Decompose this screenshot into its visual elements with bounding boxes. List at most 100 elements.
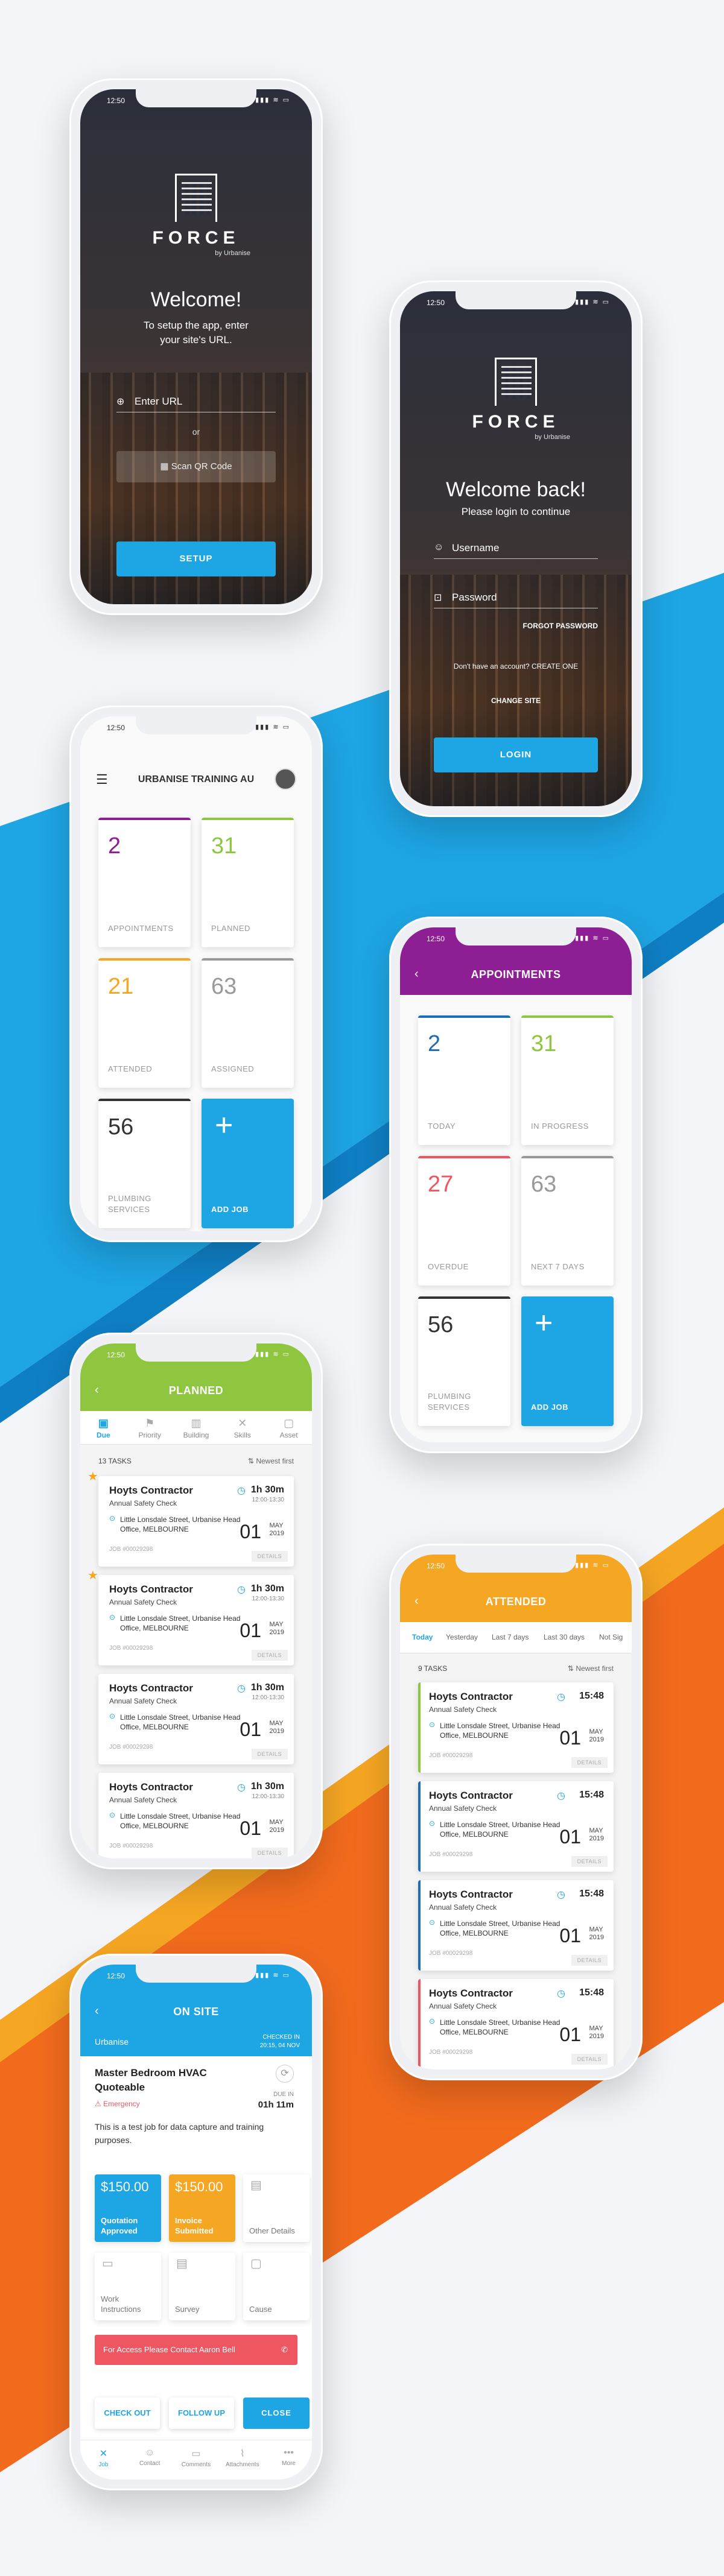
globe-icon: ⊕ (116, 397, 125, 407)
job-number: JOB #00029298 (109, 1546, 153, 1553)
job-card[interactable]: Hoyts Contractor Annual Safety Check Littl… (418, 1781, 614, 1872)
login-screen: 12:50 ▮▮▮ ≋ ▭ FORCE by Urbanise Welcome b… (400, 291, 632, 806)
other-details-tile[interactable]: ▤ Other Details (243, 2174, 310, 2242)
stat-tile[interactable]: 31 PLANNED (202, 818, 294, 947)
job-duration: 1h 30m (250, 1781, 284, 1792)
quotation-tile[interactable]: $150.00 Quotation Approved (95, 2174, 161, 2242)
dashboard-screen: 12:50 ▮▮▮ ≋ ▭ ☰ URBANISE TRAINING AU 2 APP… (80, 716, 312, 1231)
sort-label: Newest first (256, 1457, 294, 1465)
tab-building[interactable]: ▥ Building (176, 1417, 216, 1439)
job-card[interactable]: Hoyts Contractor Annual Safety Check Littl… (418, 1979, 614, 2069)
details-button[interactable]: DETAILS (571, 2054, 608, 2065)
details-button[interactable]: DETAILS (251, 1848, 288, 1858)
lock-icon: ⊡ (434, 593, 442, 603)
details-button[interactable]: DETAILS (251, 1749, 288, 1760)
qr-icon: ▦ (160, 461, 171, 472)
sort-control[interactable]: ⇅ Newest first (568, 1664, 614, 1673)
access-contact-bar[interactable]: For Access Please Contact Aaron Bell ✆ (95, 2335, 297, 2365)
stat-tile[interactable]: 2 APPOINTMENTS (98, 818, 191, 947)
tab-skills[interactable]: ✕ Skills (223, 1417, 262, 1439)
job-day: 01 (240, 1817, 261, 1839)
job-address: Little Lonsdale Street, Urbanise Head Of… (120, 1713, 241, 1731)
url-field[interactable]: ⊕ Enter URL (116, 391, 276, 412)
nav-comments[interactable]: ▭ Comments (175, 2448, 217, 2468)
avatar[interactable] (275, 768, 296, 790)
stat-tile[interactable]: 31 IN PROGRESS (521, 1015, 614, 1145)
stat-tile[interactable]: 56 PLUMBING SERVICES (98, 1099, 191, 1228)
tab-last-7-days[interactable]: Last 7 days (492, 1633, 529, 1641)
forgot-password-link[interactable]: FORGOT PASSWORD (523, 622, 598, 630)
setup-subtitle: To setup the app, enter your site's URL. (144, 320, 249, 346)
invoice-tile[interactable]: $150.00 Invoice Submitted (169, 2174, 235, 2242)
nav-attachments[interactable]: ⌇ Attachments (221, 2448, 264, 2468)
job-address: Little Lonsdale Street, Urbanise Head Of… (440, 1919, 560, 1937)
job-card[interactable]: Hoyts Contractor Annual Safety Check Littl… (98, 1674, 294, 1764)
details-button[interactable]: DETAILS (571, 1955, 608, 1966)
check-out-button[interactable]: CHECK OUT (95, 2398, 160, 2429)
details-button[interactable]: DETAILS (571, 1856, 608, 1867)
job-month-year: MAY 2019 (589, 1926, 604, 1942)
setup-button[interactable]: SETUP (116, 541, 276, 576)
job-card[interactable]: Hoyts Contractor Annual Safety Check Littl… (98, 1575, 294, 1665)
details-button[interactable]: DETAILS (251, 1650, 288, 1661)
stat-tile[interactable]: 21 ATTENDED (98, 958, 191, 1088)
tab-yesterday[interactable]: Yesterday (446, 1633, 478, 1641)
job-card[interactable]: Hoyts Contractor Annual Safety Check Littl… (98, 1773, 294, 1858)
login-button[interactable]: LOGIN (434, 737, 598, 772)
flag-icon: ⚑ (145, 1417, 155, 1429)
stat-tile[interactable]: 63 ASSIGNED (202, 958, 294, 1088)
job-number: JOB #00029298 (429, 1752, 473, 1759)
survey-icon: ▤ (176, 2257, 188, 2270)
job-number: JOB #00029298 (109, 1843, 153, 1849)
cause-tile[interactable]: ▢ Cause (243, 2253, 310, 2320)
building-icon (495, 358, 537, 406)
create-account-link[interactable]: Don't have an account? CREATE ONE (400, 662, 632, 671)
add-job-tile[interactable]: + ADD JOB (521, 1296, 614, 1426)
stat-tile[interactable]: 63 NEXT 7 DAYS (521, 1156, 614, 1286)
tab-last-30-days[interactable]: Last 30 days (544, 1633, 585, 1641)
document-icon: ▤ (250, 2179, 262, 2192)
tab-priority[interactable]: ⚑ Priority (130, 1417, 170, 1439)
username-field[interactable]: ☺ Username (434, 537, 598, 559)
add-job-tile[interactable]: + ADD JOB (202, 1099, 294, 1228)
sort-control[interactable]: ⇅ Newest first (248, 1457, 294, 1465)
close-button[interactable]: CLOSE (243, 2398, 310, 2429)
nav-job[interactable]: ✕ Job (82, 2448, 124, 2468)
job-card[interactable]: Hoyts Contractor Annual Safety Check Littl… (98, 1476, 294, 1567)
scan-qr-label: Scan QR Code (171, 461, 232, 472)
details-button[interactable]: DETAILS (251, 1551, 288, 1562)
stat-tile[interactable]: 2 TODAY (418, 1015, 510, 1145)
sync-icon[interactable]: ⟳ (276, 2065, 294, 2083)
stat-tile[interactable]: 56 PLUMBING SERVICES (418, 1296, 510, 1426)
job-card[interactable]: Hoyts Contractor Annual Safety Check Littl… (418, 1682, 614, 1773)
status-icons: ▮▮▮ ≋ ▭ (255, 724, 290, 731)
tab-not-sig[interactable]: Not Sig (599, 1633, 623, 1641)
scan-qr-button[interactable]: ▦ Scan QR Code (116, 451, 276, 482)
job-card[interactable]: Hoyts Contractor Annual Safety Check Littl… (418, 1880, 614, 1971)
tab-asset[interactable]: ▢ Asset (269, 1417, 309, 1439)
tile-label: PLUMBING SERVICES (108, 1194, 151, 1214)
work-instructions-tile[interactable]: ▭ Work Instructions (95, 2253, 161, 2320)
job-number: JOB #00029298 (429, 2049, 473, 2056)
more-icon: ••• (284, 2448, 294, 2458)
nav-contact[interactable]: ☺ Contact (129, 2448, 171, 2467)
job-month: MAY (589, 1728, 603, 1735)
survey-tile[interactable]: ▤ Survey (169, 2253, 235, 2320)
checked-in-label: CHECKED IN (262, 2034, 300, 2041)
change-site-link[interactable]: CHANGE SITE (400, 696, 632, 705)
notch (456, 291, 576, 309)
details-button[interactable]: DETAILS (571, 1757, 608, 1768)
nav-label: More (282, 2460, 296, 2467)
job-type: Annual Safety Check (109, 1697, 177, 1705)
notch (456, 927, 576, 945)
nav-label: Comments (181, 2461, 211, 2468)
plus-icon: + (535, 1305, 553, 1340)
tab-today[interactable]: Today (412, 1633, 433, 1641)
password-field[interactable]: ⊡ Password (434, 587, 598, 608)
showcase: 12:50 ▮▮▮ ≋ ▭ FORCE by Urbanise Welcome! … (0, 0, 724, 2576)
stat-tile[interactable]: 27 OVERDUE (418, 1156, 510, 1286)
follow-up-button[interactable]: FOLLOW UP (169, 2398, 234, 2429)
nav-more[interactable]: ••• More (268, 2448, 310, 2467)
due-in-label: DUE IN (273, 2091, 294, 2098)
tab-due[interactable]: ▣ Due (83, 1417, 123, 1439)
